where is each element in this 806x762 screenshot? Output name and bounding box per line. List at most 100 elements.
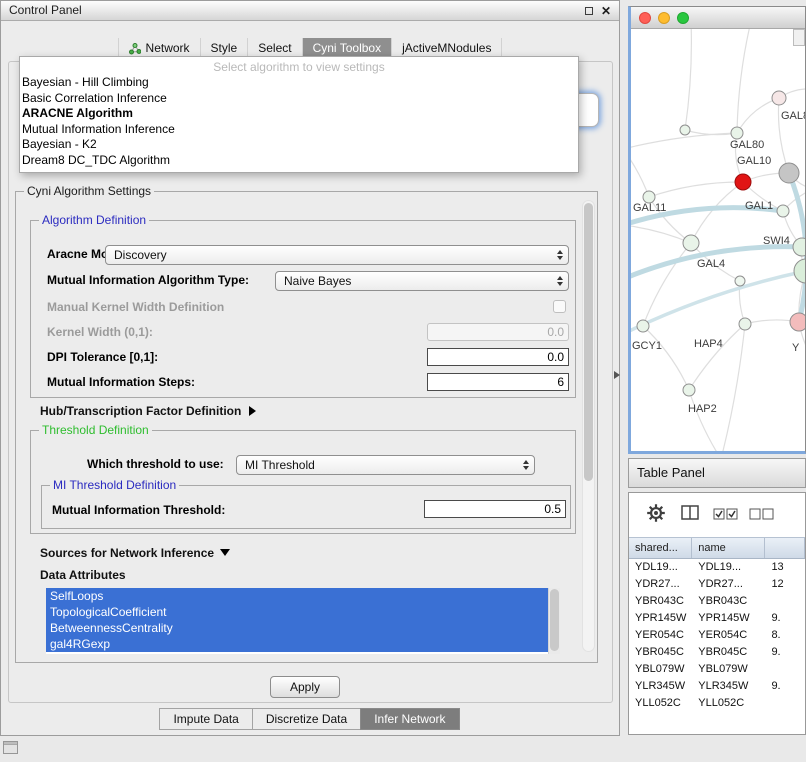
aracne-mode-select[interactable]: Discovery [105, 245, 569, 265]
table-row[interactable]: YLL052CYLL052C [629, 695, 805, 712]
kernel-width-label: Kernel Width (0,1): [47, 325, 153, 339]
network-node-gal10[interactable] [779, 163, 799, 183]
network-node-hap4[interactable] [739, 318, 751, 330]
table-cell: YLR345W [692, 678, 765, 695]
mi-threshold-field[interactable] [424, 500, 566, 518]
table-panel-titlebar: Table Panel [628, 458, 806, 488]
attribute-item-gal4rgexp[interactable]: gal4RGexp [46, 636, 548, 652]
algorithm-option-bayesian-hill-climbing[interactable]: Bayesian - Hill Climbing [20, 75, 578, 91]
network-node[interactable] [680, 125, 690, 135]
mi-threshold-group-title: MI Threshold Definition [50, 478, 179, 492]
attribute-item-topologicalcoefficient[interactable]: TopologicalCoefficient [46, 604, 548, 620]
list-scrollbar-thumb[interactable] [550, 589, 559, 651]
network-icon [129, 43, 141, 55]
data-attributes-label: Data Attributes [40, 568, 126, 582]
table-row[interactable]: YDL19...YDL19...13 [629, 559, 805, 576]
table-cell: YDL19... [629, 559, 692, 576]
table-cell: YPR145W [692, 610, 765, 627]
network-node-gal1[interactable] [777, 205, 789, 217]
scrollbar-stub[interactable] [793, 29, 805, 46]
table-row[interactable]: YBR045CYBR045C9. [629, 644, 805, 661]
table-cell: 12 [765, 576, 805, 593]
settings-scrollbar[interactable] [582, 200, 595, 652]
column-header-name[interactable]: name [692, 538, 765, 558]
tab-impute-data[interactable]: Impute Data [159, 708, 252, 730]
table-row[interactable]: YBL079WYBL079W [629, 661, 805, 678]
gear-icon[interactable] [645, 502, 667, 524]
network-edge [691, 182, 743, 243]
mi-threshold-label: Mutual Information Threshold: [52, 503, 225, 517]
table-row[interactable]: YDR27...YDR27...12 [629, 576, 805, 593]
apply-button[interactable]: Apply [270, 676, 340, 698]
table-cell: 9. [765, 610, 805, 627]
network-node-gal4[interactable] [683, 235, 699, 251]
list-scrollbar[interactable] [548, 588, 560, 654]
table-row[interactable]: YLR345WYLR345W9. [629, 678, 805, 695]
splitter-collapse-arrow[interactable] [614, 371, 620, 379]
table-row[interactable]: YPR145WYPR145W9. [629, 610, 805, 627]
float-window-icon[interactable] [585, 7, 593, 15]
tab-infer-network[interactable]: Infer Network [360, 708, 459, 730]
close-icon[interactable]: ✕ [601, 1, 611, 21]
hub-definition-toggle[interactable]: Hub/Transcription Factor Definition [40, 404, 256, 418]
table-row[interactable]: YBR043CYBR043C [629, 593, 805, 610]
select-all-columns-icon[interactable] [713, 507, 739, 520]
docked-panel-icon[interactable] [3, 741, 18, 754]
table-cell: YDL19... [692, 559, 765, 576]
mi-algorithm-type-select[interactable]: Naive Bayes [275, 271, 569, 291]
sources-toggle[interactable]: Sources for Network Inference [40, 546, 230, 560]
node-label: GAL10 [737, 155, 771, 167]
network-edge [685, 29, 691, 130]
table-cell: YLL052C [629, 695, 692, 712]
network-node-gal80[interactable] [772, 91, 786, 105]
attribute-item-betweennesscentrality[interactable]: BetweennessCentrality [46, 620, 548, 636]
sources-label: Sources for Network Inference [40, 546, 214, 560]
table-toolbar [629, 493, 805, 537]
table-cell: 9. [765, 644, 805, 661]
data-attributes-list: SelfLoopsTopologicalCoefficientBetweenne… [46, 588, 560, 654]
algorithm-option-dream8-dc-tdc-algorithm[interactable]: Dream8 DC_TDC Algorithm [20, 153, 578, 169]
column-header-blank[interactable] [765, 538, 805, 558]
mi-steps-field[interactable] [427, 373, 569, 391]
algorithm-dropdown: Select algorithm to view settings Bayesi… [19, 56, 579, 173]
table-cell [765, 661, 805, 678]
network-node-hap2[interactable] [683, 384, 695, 396]
settings-scrollbar-thumb[interactable] [584, 203, 593, 481]
tab-discretize-data[interactable]: Discretize Data [252, 708, 361, 730]
network-node[interactable] [794, 259, 806, 283]
network-node[interactable] [735, 276, 745, 286]
algorithm-option-mutual-information-inference[interactable]: Mutual Information Inference [20, 122, 578, 138]
table-panel-title: Table Panel [637, 465, 705, 480]
network-canvas[interactable]: GAL80GAL80GAL10GAL1SWI4GAL4HAP4GCY1YHAP2… [631, 29, 806, 453]
algorithm-option-aracne-algorithm[interactable]: ARACNE Algorithm [20, 106, 578, 122]
tab-label: Impute Data [173, 712, 238, 726]
kernel-width-field[interactable] [427, 323, 569, 341]
table-cell: 9. [765, 678, 805, 695]
tab-label: Discretize Data [266, 712, 347, 726]
expand-down-icon [220, 549, 230, 556]
column-header-shared[interactable]: shared... [629, 538, 692, 558]
close-traffic-icon[interactable] [639, 12, 651, 24]
network-node[interactable] [735, 174, 751, 190]
table-row[interactable]: YER054CYER054C8. [629, 627, 805, 644]
manual-kernel-width-checkbox[interactable] [553, 300, 566, 313]
minimize-traffic-icon[interactable] [658, 12, 670, 24]
columns-icon[interactable] [681, 505, 699, 521]
network-node-y[interactable] [790, 313, 806, 331]
node-label: GAL1 [745, 200, 773, 212]
network-window-titlebar [631, 7, 805, 29]
which-threshold-select[interactable]: MI Threshold [236, 455, 535, 475]
dpi-tolerance-field[interactable] [427, 348, 569, 366]
table-cell: YLR345W [629, 678, 692, 695]
table-cell [765, 593, 805, 610]
algorithm-option-bayesian-k2[interactable]: Bayesian - K2 [20, 137, 578, 153]
network-node-swi4[interactable] [793, 238, 806, 256]
algorithm-option-basic-correlation-inference[interactable]: Basic Correlation Inference [20, 91, 578, 107]
clear-columns-icon[interactable] [749, 507, 775, 520]
table-cell: YDR27... [629, 576, 692, 593]
attribute-item-selfloops[interactable]: SelfLoops [46, 588, 548, 604]
network-node-gal80[interactable] [731, 127, 743, 139]
table-cell [765, 695, 805, 712]
network-node-gcy1[interactable] [637, 320, 649, 332]
zoom-traffic-icon[interactable] [677, 12, 689, 24]
